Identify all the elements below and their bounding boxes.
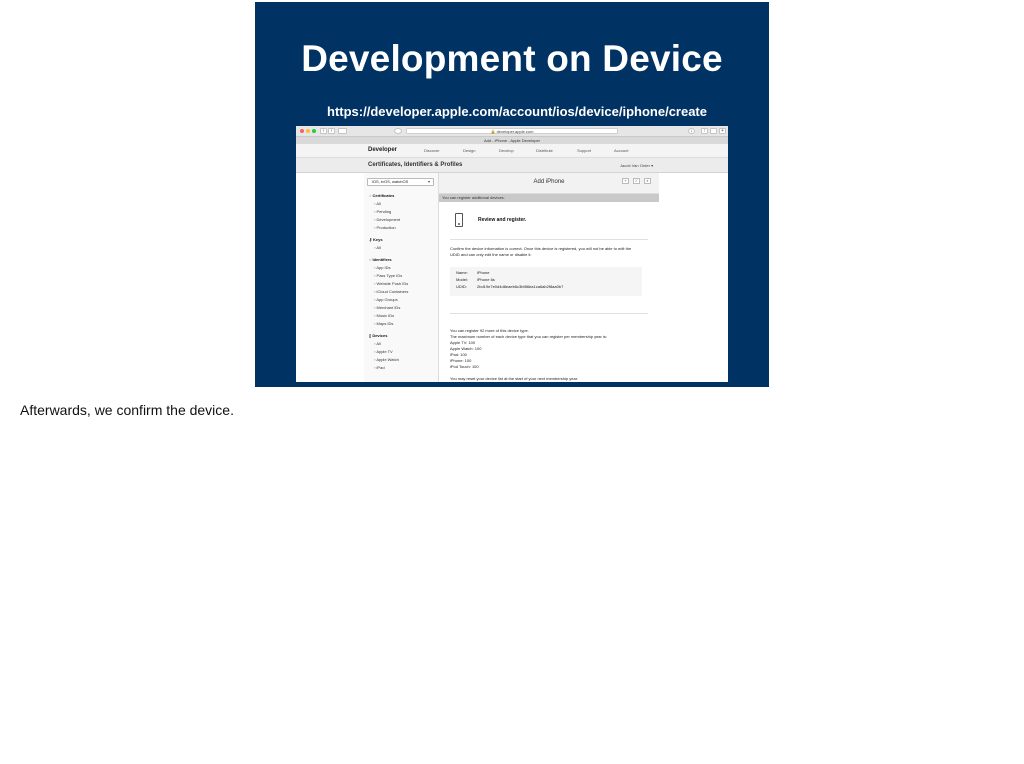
sidebar-item-icloud-containers[interactable]: ▫ iCloud Containers xyxy=(374,289,408,294)
divider xyxy=(450,239,648,240)
main-panel: Add iPhone + ✓ ⌕ You can register additi… xyxy=(439,173,659,382)
shield-icon[interactable] xyxy=(394,128,402,134)
name-value: iPhone xyxy=(477,270,490,275)
sidebar-item-website-push-ids[interactable]: ▫ Website Push IDs xyxy=(374,281,408,286)
sidebar-item-pending[interactable]: ▫ Pending xyxy=(374,209,391,214)
sidebar-item-app-groups[interactable]: ▫ App Groups xyxy=(374,297,398,302)
address-text: developer.apple.com xyxy=(496,129,534,134)
sidebar-item-all[interactable]: ▫ All xyxy=(374,201,381,206)
downloads-icon[interactable]: ↓ xyxy=(688,128,695,134)
sidebar-item-ipad[interactable]: ▫ iPad xyxy=(374,365,385,370)
sidebar-section-certificates: ◌ Certificates xyxy=(369,193,395,198)
nav-distribute[interactable]: Distribute xyxy=(536,148,553,153)
slide-url: https://developer.apple.com/account/ios/… xyxy=(327,104,707,119)
sidebar-section-devices: ▯ Devices xyxy=(369,333,388,338)
tabs-icon[interactable] xyxy=(710,128,717,134)
search-icon[interactable]: ⌕ xyxy=(644,178,651,184)
name-label: Name: xyxy=(456,270,468,275)
review-title: Review and register. xyxy=(478,217,527,223)
nav-design[interactable]: Design xyxy=(463,148,475,153)
forward-button[interactable]: › xyxy=(328,128,335,134)
slide: Development on Device https://developer.… xyxy=(255,2,769,387)
nav-discover[interactable]: Discover xyxy=(424,148,440,153)
developer-brand[interactable]: Developer xyxy=(368,147,397,153)
tab-bar[interactable]: Add - iPhone - Apple Developer xyxy=(296,137,728,144)
certificates-title: Certificates, Identifiers & Profiles xyxy=(368,162,463,168)
browser-screenshot: ‹ › 🔒 developer.apple.com ↓ ↑ + Add - iP… xyxy=(296,126,728,382)
address-bar[interactable]: 🔒 developer.apple.com xyxy=(406,128,618,134)
add-icon[interactable]: + xyxy=(622,178,629,184)
reset-text: You may reset your device list at the st… xyxy=(450,376,578,381)
sidebar-item-apple-tv[interactable]: ▫ Apple TV xyxy=(374,349,393,354)
sidebar-item-app-ids[interactable]: ▫ App IDs xyxy=(374,265,391,270)
sidebar-item-music-ids[interactable]: ▫ Music IDs xyxy=(374,313,394,318)
model-value: iPhone 6s xyxy=(477,277,495,282)
sidebar-section-keys: ⚷ Keys xyxy=(369,237,383,242)
sidebar-item-keys-all[interactable]: ▫ All xyxy=(374,245,381,250)
udid-label: UDID: xyxy=(456,284,467,289)
chevron-down-icon: ▾ xyxy=(427,179,430,184)
divider xyxy=(450,313,648,314)
sidebar-section-identifiers: ◌ Identifiers xyxy=(369,257,392,262)
new-tab-icon[interactable]: + xyxy=(719,128,726,134)
sidebar: iOS, tvOS, watchOS ▾ ◌ Certificates ▫ All… xyxy=(364,173,439,382)
device-details: Name: iPhone Model: iPhone 6s UDID: 2bd1… xyxy=(450,267,642,296)
sidebar-item-production[interactable]: ▫ Production xyxy=(374,225,396,230)
browser-toolbar: ‹ › 🔒 developer.apple.com ↓ ↑ + xyxy=(296,126,728,137)
sidebar-icon[interactable] xyxy=(338,128,347,134)
udid-value: 2bd19e7e0d4d8eaeb6c3bf86ba1ca6ab2f8aa0b7 xyxy=(477,284,564,289)
nav-account[interactable]: Account xyxy=(614,148,628,153)
sidebar-item-maps-ids[interactable]: ▫ Maps IDs xyxy=(374,321,393,326)
main-header: Add iPhone + ✓ ⌕ xyxy=(439,173,659,194)
sidebar-item-devices-all[interactable]: ▫ All xyxy=(374,341,381,346)
minimize-window-dot[interactable] xyxy=(306,129,310,133)
edit-icon[interactable]: ✓ xyxy=(633,178,640,184)
zoom-window-dot[interactable] xyxy=(312,129,316,133)
nav-develop[interactable]: Develop xyxy=(499,148,514,153)
device-limits: You can register 92 more of this device … xyxy=(450,328,607,369)
nav-support[interactable]: Support xyxy=(577,148,591,153)
slide-caption: Afterwards, we confirm the device. xyxy=(20,402,234,418)
sidebar-item-merchant-ids[interactable]: ▫ Merchant IDs xyxy=(374,305,400,310)
certificates-bar: Certificates, Identifiers & Profiles Jac… xyxy=(296,158,728,173)
developer-nav: Developer Discover Design Develop Distri… xyxy=(296,144,728,158)
user-menu[interactable]: Jacob Van Order ▾ xyxy=(620,163,653,168)
confirm-text: Confirm the device information is correc… xyxy=(450,246,632,257)
back-button[interactable]: ‹ xyxy=(320,128,327,134)
notice-bar: You can register additional devices. xyxy=(439,194,659,202)
tab-title: Add - iPhone - Apple Developer xyxy=(483,138,541,143)
sidebar-item-apple-watch[interactable]: ▫ Apple Watch xyxy=(374,357,399,362)
close-window-dot[interactable] xyxy=(300,129,304,133)
slide-title: Development on Device xyxy=(301,38,723,79)
sidebar-item-development[interactable]: ▫ Development xyxy=(374,217,400,222)
model-label: Model: xyxy=(456,277,469,282)
sidebar-item-pass-type-ids[interactable]: ▫ Pass Type IDs xyxy=(374,273,402,278)
share-icon[interactable]: ↑ xyxy=(701,128,708,134)
platform-select[interactable]: iOS, tvOS, watchOS ▾ xyxy=(367,178,434,186)
iphone-icon xyxy=(455,213,463,227)
